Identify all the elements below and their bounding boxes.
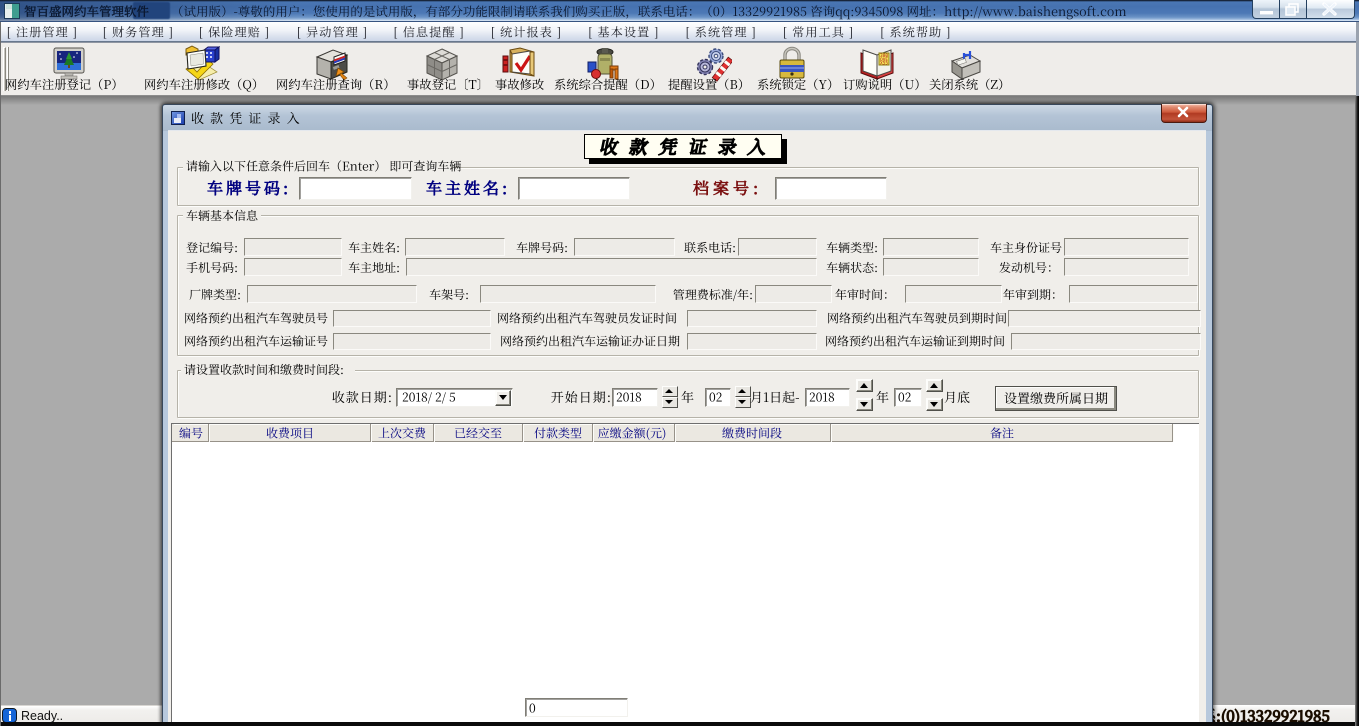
svg-text:X55: X55 — [880, 61, 888, 67]
